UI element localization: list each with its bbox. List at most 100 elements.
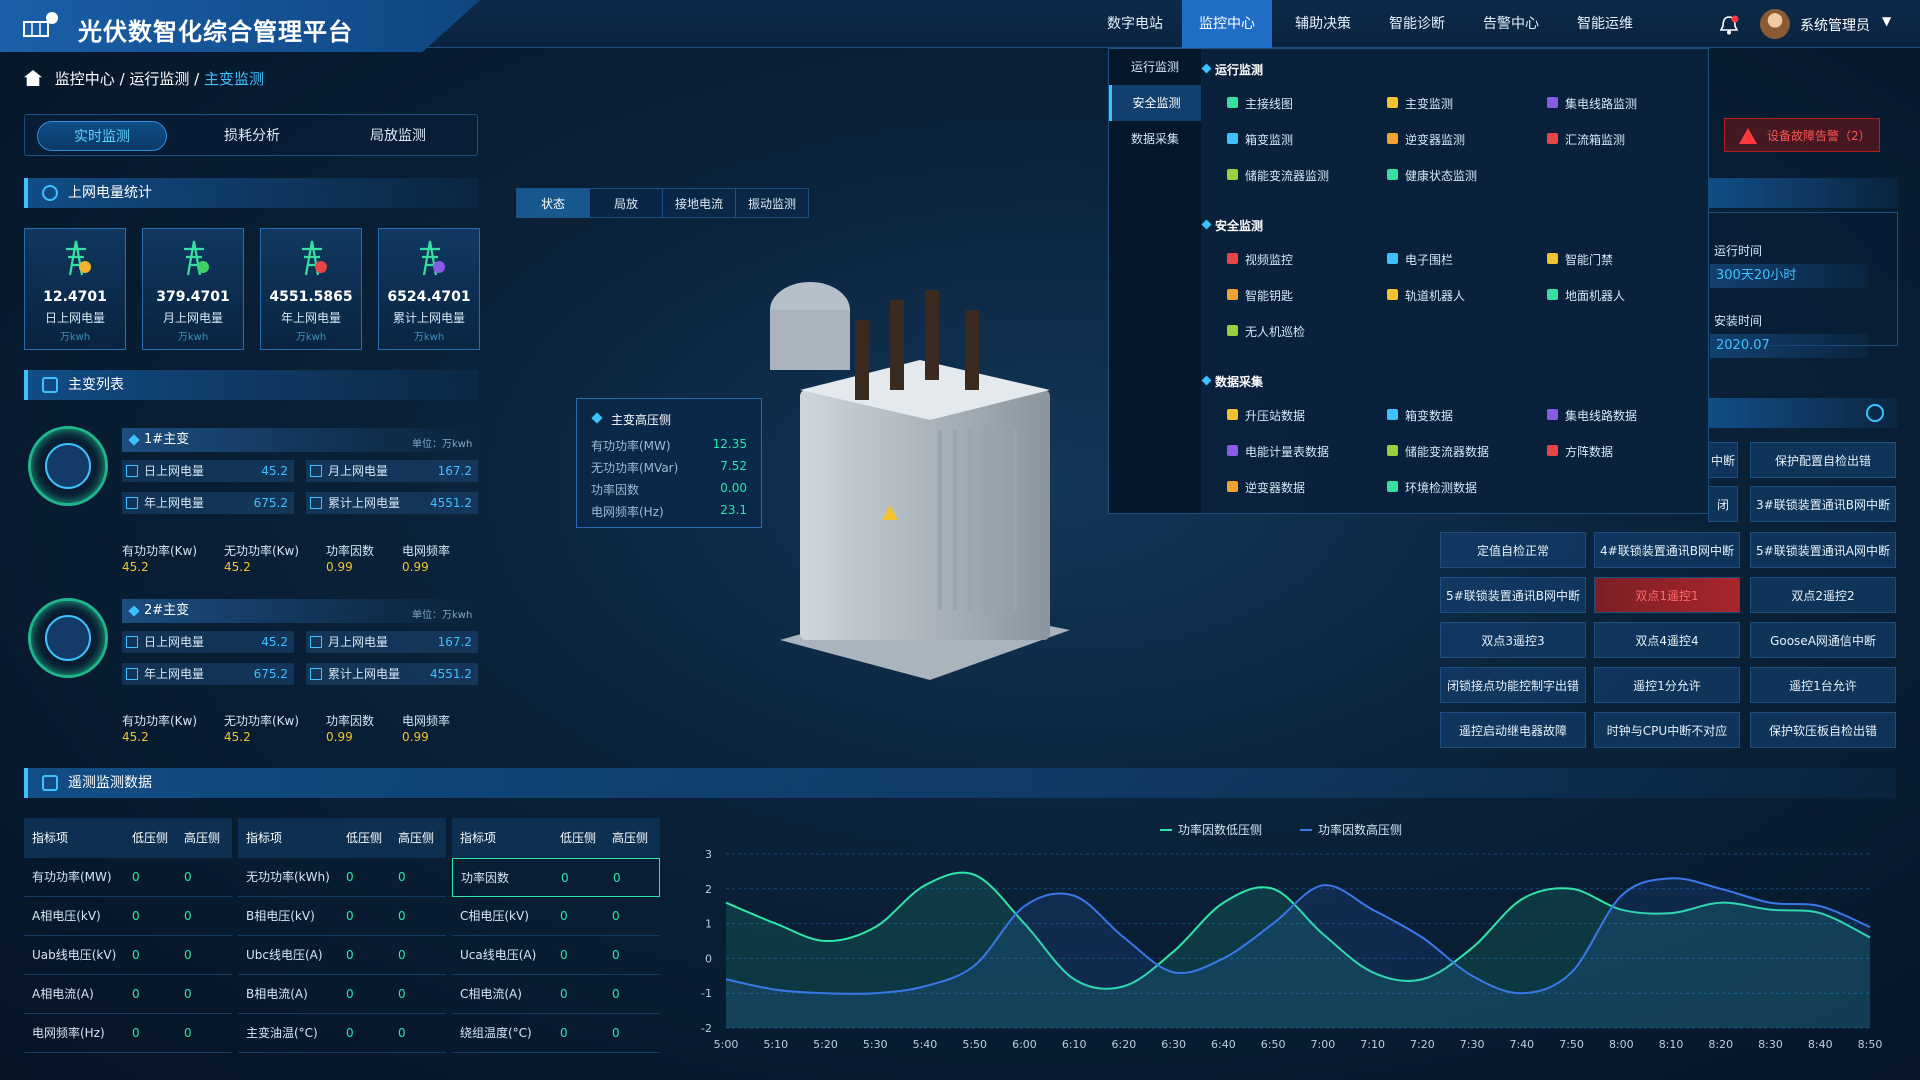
x-tick-label: 8:40 <box>1808 1038 1833 1051</box>
table-row[interactable]: Ubc线电压(A) 0 0 <box>238 936 446 975</box>
protection-button[interactable]: 中断 <box>1708 442 1738 478</box>
transformer-ring-1[interactable] <box>28 426 108 506</box>
table-cell-value: 0 <box>612 1026 620 1040</box>
tab-loss-analysis[interactable]: 损耗分析 <box>187 121 317 151</box>
menu-item[interactable]: 视频监控 <box>1227 251 1293 268</box>
user-name[interactable]: 系统管理员 <box>1800 15 1870 35</box>
dropdown-side-item[interactable]: 运行监测 <box>1109 49 1201 85</box>
menu-item[interactable]: 电能计量表数据 <box>1227 443 1329 460</box>
tab-vibration[interactable]: 振动监测 <box>735 188 809 218</box>
breadcrumb-item[interactable]: 监控中心 <box>55 70 115 88</box>
protection-button[interactable]: 遥控启动继电器故障 <box>1440 712 1586 748</box>
menu-item[interactable]: 电子围栏 <box>1387 251 1453 268</box>
fault-alarm-button[interactable]: 设备故障告警（2） <box>1724 118 1880 152</box>
chevron-down-icon[interactable]: ▼ <box>1882 14 1891 28</box>
menu-item[interactable]: 逆变器数据 <box>1227 479 1305 496</box>
protection-button[interactable]: 5#联锁装置通讯B网中断 <box>1440 577 1586 613</box>
menu-item[interactable]: 主变监测 <box>1387 95 1453 112</box>
shield-icon <box>45 615 91 661</box>
protection-button[interactable]: 保护配置自检出错 <box>1750 442 1896 478</box>
table-cell-value: 0 <box>346 1026 354 1040</box>
menu-item[interactable]: 无人机巡检 <box>1227 323 1305 340</box>
table-row[interactable]: A相电压(kV) 0 0 <box>24 897 232 936</box>
energy-card-yearly[interactable]: 4551.5865 年上网电量 万kwh <box>260 228 362 350</box>
gear-icon[interactable] <box>1866 404 1884 422</box>
tab-discharge[interactable]: 局放 <box>589 188 663 218</box>
dropdown-side-item[interactable]: 数据采集 <box>1109 121 1201 157</box>
tab-ground-current[interactable]: 接地电流 <box>662 188 736 218</box>
protection-button[interactable]: 3#联锁装置通讯B网中断 <box>1750 486 1896 522</box>
nav-monitor-center[interactable]: 监控中心 <box>1182 0 1272 48</box>
table-row[interactable]: 电网频率(Hz) 0 0 <box>24 1014 232 1053</box>
breadcrumb-item[interactable]: 运行监测 <box>129 70 189 88</box>
table-row[interactable]: C相电流(A) 0 0 <box>452 975 660 1014</box>
x-tick-label: 7:10 <box>1360 1038 1385 1051</box>
energy-card-total[interactable]: 6524.4701 累计上网电量 万kwh <box>378 228 480 350</box>
protection-button[interactable]: 遥控1台允许 <box>1750 667 1896 703</box>
menu-item[interactable]: 主接线图 <box>1227 95 1293 112</box>
tab-partial-discharge[interactable]: 局放监测 <box>333 121 463 151</box>
table-row[interactable]: 绕组温度(°C) 0 0 <box>452 1014 660 1053</box>
protection-button[interactable]: 双点3遥控3 <box>1440 622 1586 658</box>
energy-card-daily[interactable]: 12.4701 日上网电量 万kwh <box>24 228 126 350</box>
table-row[interactable]: C相电压(kV) 0 0 <box>452 897 660 936</box>
nav-digital-station[interactable]: 数字电站 <box>1090 0 1180 48</box>
menu-item[interactable]: 箱变监测 <box>1227 131 1293 148</box>
param-label: 功率因数 <box>326 714 375 728</box>
table-row[interactable]: 功率因数 0 0 <box>452 858 660 897</box>
menu-item[interactable]: 方阵数据 <box>1547 443 1613 460</box>
menu-item[interactable]: 智能门禁 <box>1547 251 1613 268</box>
protection-button[interactable]: 双点2遥控2 <box>1750 577 1896 613</box>
protection-button[interactable]: 4#联锁装置通讯B网中断 <box>1594 532 1740 568</box>
menu-item[interactable]: 地面机器人 <box>1547 287 1625 304</box>
energy-section-title: 上网电量统计 <box>68 185 152 201</box>
protection-button[interactable]: 定值自检正常 <box>1440 532 1586 568</box>
avatar[interactable] <box>1760 9 1790 39</box>
y-tick-label: 2 <box>705 883 712 896</box>
tab-state[interactable]: 状态 <box>516 188 590 218</box>
metric-row: 累计上网电量 4551.2 <box>306 663 478 685</box>
nav-diagnosis[interactable]: 智能诊断 <box>1372 0 1462 48</box>
protection-button[interactable]: 闭锁接点功能控制字出错 <box>1440 667 1586 703</box>
menu-item[interactable]: 轨道机器人 <box>1387 287 1465 304</box>
transformer-ring-2[interactable] <box>28 598 108 678</box>
table-row[interactable]: B相电压(kV) 0 0 <box>238 897 446 936</box>
menu-item[interactable]: 升压站数据 <box>1227 407 1305 424</box>
protection-button-alert[interactable]: 双点1遥控1 <box>1594 577 1740 613</box>
protection-button[interactable]: 闭 <box>1708 486 1738 522</box>
menu-item[interactable]: 集电线路数据 <box>1547 407 1637 424</box>
nav-alarm-center[interactable]: 告警中心 <box>1466 0 1556 48</box>
nav-decision[interactable]: 辅助决策 <box>1278 0 1368 48</box>
protection-button[interactable]: 双点4遥控4 <box>1594 622 1740 658</box>
energy-card-monthly[interactable]: 379.4701 月上网电量 万kwh <box>142 228 244 350</box>
protection-button[interactable]: 5#联锁装置通讯A网中断 <box>1750 532 1896 568</box>
tab-realtime[interactable]: 实时监测 <box>37 121 167 151</box>
menu-item[interactable]: 集电线路监测 <box>1547 95 1637 112</box>
table-row[interactable]: B相电流(A) 0 0 <box>238 975 446 1014</box>
home-icon[interactable] <box>24 70 42 86</box>
nav-maintenance[interactable]: 智能运维 <box>1560 0 1650 48</box>
menu-item[interactable]: 汇流箱监测 <box>1547 131 1625 148</box>
menu-item[interactable]: 逆变器监测 <box>1387 131 1465 148</box>
table-row[interactable]: 无功功率(kWh) 0 0 <box>238 858 446 897</box>
table-row[interactable]: Uca线电压(A) 0 0 <box>452 936 660 975</box>
menu-item[interactable]: 环境检测数据 <box>1387 479 1477 496</box>
table-row[interactable]: 主变油温(°C) 0 0 <box>238 1014 446 1053</box>
x-tick-label: 8:00 <box>1609 1038 1634 1051</box>
bell-icon[interactable] <box>1718 14 1740 36</box>
protection-button[interactable]: 保护软压板自检出错 <box>1750 712 1896 748</box>
transformer-3d-model[interactable] <box>740 270 1120 690</box>
table-row[interactable]: Uab线电压(kV) 0 0 <box>24 936 232 975</box>
menu-item[interactable]: 储能变流器监测 <box>1227 167 1329 184</box>
protection-button[interactable]: 遥控1分允许 <box>1594 667 1740 703</box>
menu-item[interactable]: 智能钥匙 <box>1227 287 1293 304</box>
table-row[interactable]: 有功功率(MW) 0 0 <box>24 858 232 897</box>
menu-item[interactable]: 健康状态监测 <box>1387 167 1477 184</box>
menu-item[interactable]: 箱变数据 <box>1387 407 1453 424</box>
protection-button[interactable]: 时钟与CPU中断不对应 <box>1594 712 1740 748</box>
table-row[interactable]: A相电流(A) 0 0 <box>24 975 232 1014</box>
power-tower-icon <box>66 240 91 276</box>
dropdown-side-item[interactable]: 安全监测 <box>1109 85 1201 121</box>
protection-button[interactable]: GooseA网通信中断 <box>1750 622 1896 658</box>
menu-item[interactable]: 储能变流器数据 <box>1387 443 1489 460</box>
